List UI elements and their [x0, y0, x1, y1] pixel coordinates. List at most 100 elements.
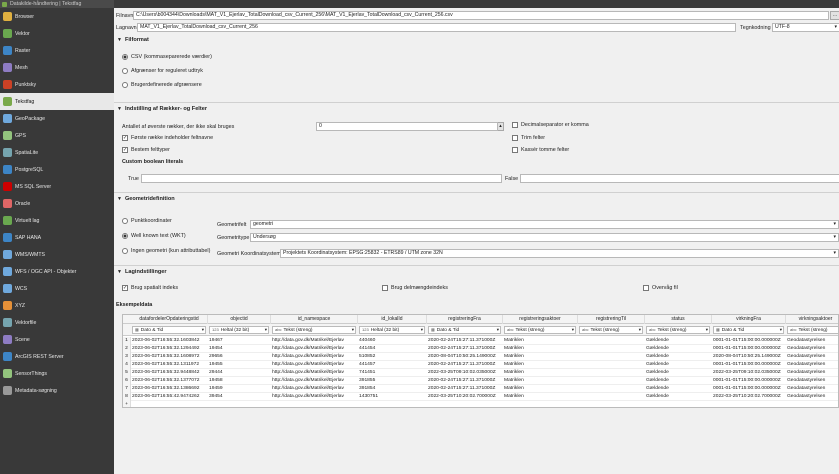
column-type-select[interactable]: 123 Heltal (32 bit) — [209, 326, 269, 334]
format-option-csv[interactable]: CSV (kommaseparerede værdier) — [122, 54, 212, 60]
sidebar-item[interactable]: Virtuelt lag — [0, 212, 114, 229]
rows-fields-section-header[interactable]: ▼ Indstilling af Rækker- og Felter — [117, 106, 207, 112]
table-row[interactable]: 7 2023-06-02T16:55:32.1386692 19459 http://… — [123, 385, 838, 393]
sidebar-item[interactable]: Vektorfile — [0, 314, 114, 331]
table-row[interactable]: 2 2023-06-02T16:55:32.1294492 19454 http://… — [123, 345, 838, 353]
false-literal-input[interactable] — [520, 174, 839, 183]
column-header[interactable]: id_namespace — [271, 315, 358, 324]
format-option-custom[interactable]: Brugerdefinerede afgrænsere — [122, 82, 202, 88]
true-literal-input[interactable] — [141, 174, 502, 183]
column-header[interactable]: id_lokalId — [358, 315, 427, 324]
table-cell: 0001-01-01T15:00:00.000000Z — [713, 378, 781, 383]
sidebar-item[interactable]: GPS — [0, 127, 114, 144]
trim-fields-checkbox[interactable]: Trim felter — [512, 135, 545, 141]
table-row[interactable]: 4 2023-06-02T16:55:32.1311972 19455 http://… — [123, 361, 838, 369]
sidebar-item[interactable]: Metadata-søgning — [0, 382, 114, 399]
fileformat-section-header[interactable]: ▼ Filformat — [117, 37, 149, 43]
geometry-title: Geometridefinition — [124, 196, 175, 202]
column-header[interactable]: status — [645, 315, 712, 324]
filename-field[interactable]: C:\Users\b004344\Downloads\MAT_V1_Ejerla… — [133, 11, 829, 20]
table-cell: http://data.gov.dk/Matrikel/Ejerlav — [272, 378, 344, 383]
column-type-select[interactable]: abc Tekst (streng) — [787, 326, 838, 334]
table-row[interactable]: 1 2023-06-02T16:55:32.1603842 19467 http://… — [123, 337, 838, 345]
table-cell: 19455 — [209, 362, 223, 367]
table-cell: Matriklen — [504, 346, 524, 351]
table-cell: http://data.gov.dk/Matrikel/Ejerlav — [272, 394, 344, 399]
sidebar-item[interactable]: Punktsky — [0, 76, 114, 93]
sidebar-item[interactable]: Tekstfag — [0, 93, 114, 110]
column-type-select[interactable]: ▦ Dato & Tid — [713, 326, 784, 334]
watch-file-checkbox[interactable]: Overvåg fil — [643, 285, 678, 291]
table-row[interactable]: 8 2023-06-02T16:55:42.9474262 39454 http://… — [123, 393, 838, 401]
field-type-icon: abc — [790, 327, 797, 332]
sidebar-item[interactable]: Mesh — [0, 59, 114, 76]
browse-button[interactable]: … — [830, 11, 839, 20]
sidebar-item[interactable]: Vektor — [0, 25, 114, 42]
table-cell: 391854 — [359, 386, 376, 391]
sidebar-item[interactable]: Browser — [0, 8, 114, 25]
sidebar-item[interactable]: SpatiaLite — [0, 144, 114, 161]
subset-index-checkbox[interactable]: Brug delmængdeindeks — [382, 285, 448, 291]
sidebar-item[interactable]: MS SQL Server — [0, 178, 114, 195]
spin-arrows[interactable]: ▴ — [497, 122, 504, 131]
table-cell: http://data.gov.dk/Matrikel/Ejerlav — [272, 354, 344, 359]
sidebar-item[interactable]: Scene — [0, 331, 114, 348]
sidebar-item[interactable]: PostgreSQL — [0, 161, 114, 178]
layer-settings-section-header[interactable]: ▼ Lagindstillinger — [117, 269, 167, 275]
column-header[interactable]: registreringTil — [578, 315, 645, 324]
table-cell: Geodatastyrelsen — [787, 362, 826, 367]
format-option-regex[interactable]: Afgrænser for reguleret udtryk — [122, 68, 203, 74]
detect-types-checkbox[interactable]: ✓ Bestem felttyper — [122, 147, 170, 153]
column-header[interactable]: registreringFra — [427, 315, 503, 324]
table-row[interactable]: 6 2023-06-02T16:55:32.1377072 19458 http://… — [123, 377, 838, 385]
table-type-row: ▦Dato & Tid123Heltal (32 bit)abcTekst (s… — [123, 324, 838, 336]
geometry-type-select[interactable]: Undersøg — [250, 233, 839, 242]
sidebar-item[interactable]: ArcGIS REST Server — [0, 348, 114, 365]
column-type-select[interactable]: abc Tekst (streng) — [579, 326, 643, 334]
column-type-label: Tekst (streng) — [798, 328, 828, 333]
encoding-select[interactable]: UTF-8 — [772, 23, 839, 32]
geometry-field-select[interactable]: geometri — [250, 220, 839, 229]
geometry-option-points[interactable]: Punktkoordinater — [122, 218, 172, 224]
divider — [114, 102, 839, 103]
column-type-select[interactable]: abc Tekst (streng) — [646, 326, 710, 334]
sidebar-item[interactable]: GeoPackage — [0, 110, 114, 127]
discard-empty-checkbox[interactable]: Kassér tomme felter — [512, 147, 569, 153]
column-header[interactable]: datafordelerOpdateringstid — [131, 315, 208, 324]
table-row[interactable]: 5 2023-06-02T16:55:32.9448842 29444 http://… — [123, 369, 838, 377]
column-type-select[interactable]: ▦ Dato & Tid — [428, 326, 501, 334]
geometry-crs-select[interactable]: Projektets Koordinatsystem: EPSG:25832 -… — [280, 249, 839, 258]
column-type-select[interactable]: 123 Heltal (32 bit) — [359, 326, 425, 334]
geometry-section-header[interactable]: ▼ Geometridefinition — [117, 196, 175, 202]
sidebar-item-label: WMS/WMTS — [15, 251, 45, 258]
first-row-header-checkbox[interactable]: ✓ Første række indeholder feltnavne — [122, 135, 213, 141]
sample-data-table[interactable]: datafordelerOpdateringstid objectid id_nam… — [122, 314, 839, 408]
radio-icon — [122, 68, 128, 74]
spatial-index-checkbox[interactable]: ✓ Brug spatialt indeks — [122, 285, 178, 291]
column-type-select[interactable]: abc Tekst (streng) — [272, 326, 356, 334]
geometry-option-wkt[interactable]: Well known text (WKT) — [122, 233, 186, 239]
geometry-option-none[interactable]: Ingen geometri (kun attributtabel) — [122, 248, 210, 254]
sidebar-item[interactable]: Oracle — [0, 195, 114, 212]
sidebar-item[interactable]: XYZ — [0, 297, 114, 314]
table-row[interactable]: 3 2023-06-02T16:55:32.1608972 29656 http://… — [123, 353, 838, 361]
radio-icon — [122, 54, 128, 60]
column-type-select[interactable]: abc Tekst (streng) — [504, 326, 576, 334]
column-header[interactable]: virkningsaktoer — [786, 315, 838, 324]
sidebar-item[interactable]: WFS / OGC API - Objekter — [0, 263, 114, 280]
decimal-comma-checkbox[interactable]: Decimalseparator er komma — [512, 122, 589, 128]
sidebar-item[interactable]: SensorThings — [0, 365, 114, 382]
table-cell: 2023-06-02T16:55:32.1386692 — [132, 386, 200, 391]
column-header[interactable]: registreringsaktoer — [503, 315, 578, 324]
column-header[interactable]: virkningFra — [712, 315, 786, 324]
column-type-select[interactable]: ▦ Dato & Tid — [132, 326, 206, 334]
sidebar-item-label: SensorThings — [15, 370, 48, 377]
column-header[interactable]: objectid — [208, 315, 271, 324]
table-cell: Gældende — [646, 346, 669, 351]
sidebar-item[interactable]: SAP HANA — [0, 229, 114, 246]
sidebar-item[interactable]: WMS/WMTS — [0, 246, 114, 263]
sidebar-item[interactable]: WCS — [0, 280, 114, 297]
sidebar-item[interactable]: Raster — [0, 42, 114, 59]
layername-field[interactable]: MAT_V1_Ejerlav_TotalDownload_csv_Current… — [137, 23, 736, 32]
skip-rows-spinbox[interactable]: 0 — [316, 122, 498, 131]
